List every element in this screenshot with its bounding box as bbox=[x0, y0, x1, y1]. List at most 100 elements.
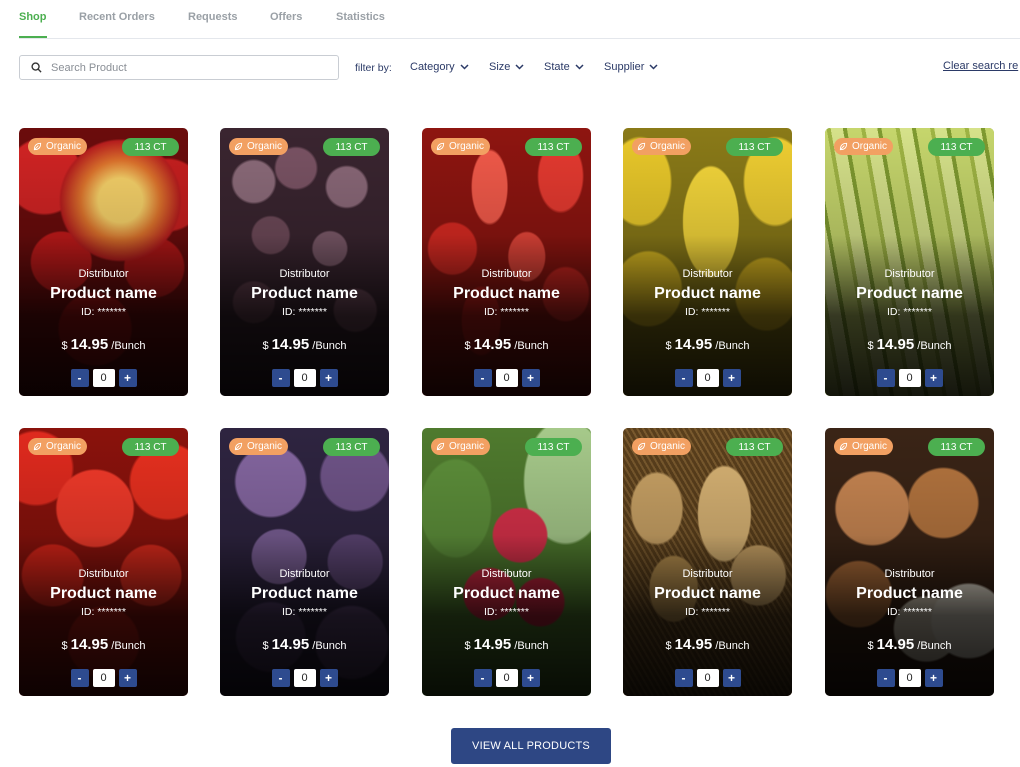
product-id: ID: ******* bbox=[887, 306, 932, 318]
count-badge: 113 CT bbox=[928, 138, 985, 156]
decrement-button[interactable]: - bbox=[271, 669, 290, 687]
decrement-button[interactable]: - bbox=[674, 369, 693, 387]
quantity-value[interactable]: 0 bbox=[898, 369, 921, 387]
product-card[interactable]: Organic 113 CT Distributor Product name … bbox=[422, 428, 591, 696]
price-amount: 14.95 bbox=[473, 336, 512, 353]
price-unit: /Bunch bbox=[514, 640, 549, 652]
decrement-button[interactable]: - bbox=[473, 669, 492, 687]
tab-offers[interactable]: Offers bbox=[270, 11, 302, 23]
organic-badge: Organic bbox=[229, 138, 289, 155]
decrement-button[interactable]: - bbox=[271, 369, 290, 387]
decrement-button[interactable]: - bbox=[876, 369, 895, 387]
tab-recent-orders[interactable]: Recent Orders bbox=[79, 11, 155, 23]
increment-button[interactable]: + bbox=[924, 369, 943, 387]
product-id: ID: ******* bbox=[685, 306, 730, 318]
decrement-button[interactable]: - bbox=[674, 669, 693, 687]
product-name: Product name bbox=[251, 285, 358, 302]
product-name: Product name bbox=[251, 585, 358, 602]
quantity-value[interactable]: 0 bbox=[92, 669, 115, 687]
increment-button[interactable]: + bbox=[118, 369, 137, 387]
quantity-stepper: - 0 + bbox=[623, 369, 792, 387]
organic-badge: Organic bbox=[28, 438, 88, 455]
increment-button[interactable]: + bbox=[924, 669, 943, 687]
increment-button[interactable]: + bbox=[118, 669, 137, 687]
price-unit: /Bunch bbox=[715, 640, 750, 652]
filter-supplier[interactable]: Supplier bbox=[604, 61, 658, 73]
increment-button[interactable]: + bbox=[319, 369, 338, 387]
price-unit: /Bunch bbox=[514, 340, 549, 352]
quantity-stepper: - 0 + bbox=[19, 369, 188, 387]
product-name: Product name bbox=[453, 585, 560, 602]
product-card[interactable]: Organic 113 CT Distributor Product name … bbox=[220, 128, 389, 396]
count-badge: 113 CT bbox=[323, 438, 380, 456]
quantity-value[interactable]: 0 bbox=[92, 369, 115, 387]
tab-shop[interactable]: Shop bbox=[19, 11, 47, 23]
price-currency: $ bbox=[464, 340, 471, 352]
quantity-value[interactable]: 0 bbox=[495, 369, 518, 387]
product-id: ID: ******* bbox=[282, 606, 327, 618]
increment-button[interactable]: + bbox=[722, 669, 741, 687]
decrement-button[interactable]: - bbox=[70, 669, 89, 687]
search-input[interactable] bbox=[51, 61, 321, 74]
leaf-icon bbox=[33, 442, 42, 451]
decrement-button[interactable]: - bbox=[876, 669, 895, 687]
filter-state[interactable]: State bbox=[544, 61, 584, 73]
product-name: Product name bbox=[654, 585, 761, 602]
increment-button[interactable]: + bbox=[722, 369, 741, 387]
price-amount: 14.95 bbox=[473, 636, 512, 653]
tab-requests[interactable]: Requests bbox=[188, 11, 238, 23]
product-card[interactable]: Organic 113 CT Distributor Product name … bbox=[19, 428, 188, 696]
price-amount: 14.95 bbox=[674, 336, 713, 353]
product-id: ID: ******* bbox=[81, 306, 126, 318]
quantity-stepper: - 0 + bbox=[623, 669, 792, 687]
view-all-products-button[interactable]: VIEW ALL PRODUCTS bbox=[451, 728, 611, 764]
increment-button[interactable]: + bbox=[521, 669, 540, 687]
product-card[interactable]: Organic 113 CT Distributor Product name … bbox=[422, 128, 591, 396]
decrement-button[interactable]: - bbox=[70, 369, 89, 387]
price-unit: /Bunch bbox=[917, 640, 952, 652]
product-card[interactable]: Organic 113 CT Distributor Product name … bbox=[825, 428, 994, 696]
increment-button[interactable]: + bbox=[521, 369, 540, 387]
quantity-value[interactable]: 0 bbox=[696, 369, 719, 387]
product-name: Product name bbox=[453, 285, 560, 302]
product-card[interactable]: Organic 113 CT Distributor Product name … bbox=[220, 428, 389, 696]
count-badge: 113 CT bbox=[122, 138, 179, 156]
search-box bbox=[19, 55, 339, 80]
product-price: $ 14.95 /Bunch bbox=[623, 636, 792, 653]
quantity-stepper: - 0 + bbox=[825, 369, 994, 387]
price-unit: /Bunch bbox=[715, 340, 750, 352]
decrement-button[interactable]: - bbox=[473, 369, 492, 387]
quantity-value[interactable]: 0 bbox=[696, 669, 719, 687]
product-name: Product name bbox=[856, 285, 963, 302]
quantity-value[interactable]: 0 bbox=[898, 669, 921, 687]
product-price: $ 14.95 /Bunch bbox=[220, 636, 389, 653]
distributor-label: Distributor bbox=[884, 268, 935, 280]
quantity-value[interactable]: 0 bbox=[293, 369, 316, 387]
price-currency: $ bbox=[665, 640, 672, 652]
quantity-value[interactable]: 0 bbox=[293, 669, 316, 687]
product-card[interactable]: Organic 113 CT Distributor Product name … bbox=[825, 128, 994, 396]
filter-size-label: Size bbox=[489, 61, 511, 73]
product-id: ID: ******* bbox=[685, 606, 730, 618]
increment-button[interactable]: + bbox=[319, 669, 338, 687]
filter-category[interactable]: Category bbox=[410, 61, 469, 73]
product-card[interactable]: Organic 113 CT Distributor Product name … bbox=[623, 428, 792, 696]
organic-badge-label: Organic bbox=[852, 141, 888, 152]
quantity-stepper: - 0 + bbox=[19, 669, 188, 687]
product-card[interactable]: Organic 113 CT Distributor Product name … bbox=[19, 128, 188, 396]
filter-size[interactable]: Size bbox=[489, 61, 524, 73]
product-card[interactable]: Organic 113 CT Distributor Product name … bbox=[623, 128, 792, 396]
organic-badge-label: Organic bbox=[46, 441, 82, 452]
price-unit: /Bunch bbox=[111, 340, 146, 352]
image-overlay bbox=[825, 428, 994, 696]
clear-search-link[interactable]: Clear search re bbox=[943, 60, 1018, 72]
image-overlay bbox=[422, 128, 591, 396]
tab-statistics[interactable]: Statistics bbox=[336, 11, 385, 23]
organic-badge-label: Organic bbox=[852, 441, 888, 452]
search-icon bbox=[31, 62, 42, 73]
organic-badge: Organic bbox=[431, 138, 491, 155]
organic-badge-label: Organic bbox=[247, 141, 283, 152]
chevron-down-icon bbox=[460, 64, 469, 70]
leaf-icon bbox=[637, 142, 646, 151]
quantity-value[interactable]: 0 bbox=[495, 669, 518, 687]
